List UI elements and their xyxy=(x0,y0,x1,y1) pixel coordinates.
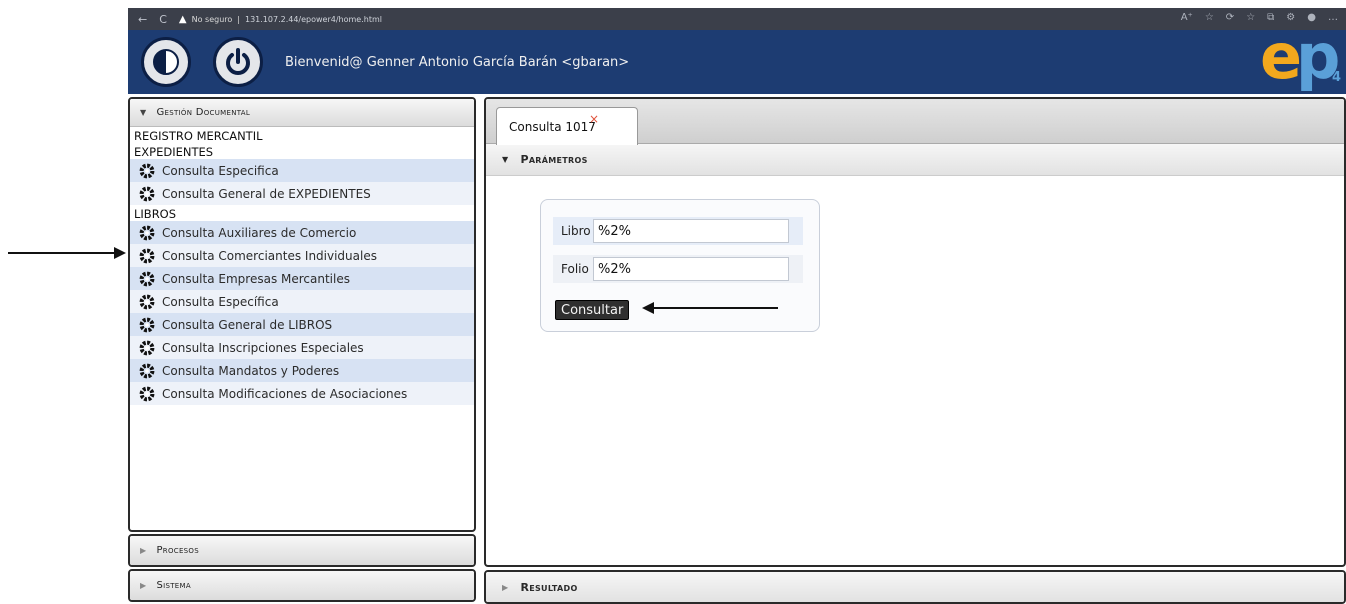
gear-icon xyxy=(139,271,155,286)
gear-icon xyxy=(139,248,155,263)
gear-icon xyxy=(139,186,155,201)
power-icon xyxy=(226,48,250,75)
logout-button[interactable] xyxy=(213,37,263,87)
menu-item-consulta-general-expedientes[interactable]: Consulta General de EXPEDIENTES xyxy=(130,182,474,205)
gear-icon xyxy=(139,163,155,178)
libro-input[interactable] xyxy=(593,219,789,243)
refresh-icon[interactable]: ⟳ xyxy=(1226,12,1234,23)
logo-suffix: 4 xyxy=(1332,70,1342,85)
gear-icon xyxy=(139,363,155,378)
welcome-text: Bienvenid@ Genner Antonio García Barán <… xyxy=(285,54,630,70)
triangle-right-icon: ▶ xyxy=(502,582,509,592)
gear-icon xyxy=(139,386,155,401)
triangle-down-icon: ▼ xyxy=(140,108,147,117)
menu-item-label: Consulta Específica xyxy=(162,294,279,309)
theme-toggle-button[interactable] xyxy=(141,37,191,87)
annotation-arrow-sidebar xyxy=(8,247,126,259)
menu-item-label: Consulta Inscripciones Especiales xyxy=(162,340,364,355)
menu-item-consulta-inscripciones-especiales[interactable]: Consulta Inscripciones Especiales xyxy=(130,336,474,359)
triangle-down-icon: ▼ xyxy=(502,155,509,164)
triangle-right-icon: ▶ xyxy=(140,546,147,555)
favorite-icon[interactable]: ☆ xyxy=(1205,12,1214,23)
parameters-form: Libro Folio Consultar xyxy=(540,199,820,332)
procesos-title: Procesos xyxy=(156,545,199,556)
address-bar[interactable]: ▲ No seguro | 131.107.2.44/epower4/home.… xyxy=(179,14,382,25)
contrast-icon xyxy=(153,49,179,75)
warning-icon: ▲ xyxy=(178,13,187,25)
close-icon[interactable]: × xyxy=(589,112,599,126)
menu-item-label: Consulta Mandatos y Poderes xyxy=(162,363,340,378)
menu-item-label: Consulta General de EXPEDIENTES xyxy=(162,186,371,201)
gear-icon xyxy=(139,317,155,332)
menu-item-consulta-empresas-mercantiles[interactable]: Consulta Empresas Mercantiles xyxy=(130,267,474,290)
read-aloud-icon[interactable]: A⁺ xyxy=(1181,12,1193,23)
registro-mercantil-label: REGISTRO MERCANTIL xyxy=(134,129,263,143)
procesos-panel: ▶ Procesos xyxy=(128,534,476,567)
app-header: Bienvenid@ Genner Antonio García Barán <… xyxy=(128,20,1346,94)
favorites-list-icon[interactable]: ☆ xyxy=(1246,12,1255,23)
arrow-head-icon xyxy=(114,247,126,259)
gestion-documental-panel: ▼ Gestión Documental REGISTRO MERCANTIL … xyxy=(128,97,476,532)
reload-icon[interactable]: C xyxy=(159,13,167,26)
security-label: No seguro xyxy=(191,14,233,24)
app-logo: e p 4 xyxy=(1252,20,1342,93)
annotation-arrow-consultar xyxy=(642,302,778,314)
tab-label: Consulta 1017 xyxy=(509,119,596,134)
procesos-header[interactable]: ▶ Procesos xyxy=(130,536,474,565)
libros-label: LIBROS xyxy=(134,207,177,221)
parametros-header[interactable]: ▼ Parámetros xyxy=(486,144,1344,176)
consultar-button[interactable]: Consultar xyxy=(555,300,630,320)
menu-item-expedientes-consulta-especifica[interactable]: Consulta Especifica xyxy=(130,159,474,182)
gear-icon xyxy=(139,294,155,309)
libro-label: Libro xyxy=(561,224,591,238)
gestion-documental-title: Gestión Documental xyxy=(156,107,251,118)
folio-label: Folio xyxy=(561,262,589,276)
url-divider: | xyxy=(237,14,240,24)
folio-row: Folio xyxy=(553,255,803,283)
menu-item-label: Consulta Empresas Mercantiles xyxy=(162,271,350,286)
url-text: 131.107.2.44/epower4/home.html xyxy=(244,14,382,24)
parametros-title: Parámetros xyxy=(520,153,588,166)
menu-item-label: Consulta Modificaciones de Asociaciones xyxy=(162,386,408,401)
menu-item-consulta-general-libros[interactable]: Consulta General de LIBROS xyxy=(130,313,474,336)
tab-consulta-1017[interactable]: Consulta 1017 × xyxy=(496,107,638,145)
resultado-header[interactable]: ▶ Resultado xyxy=(486,572,1344,602)
menu-item-label: Consulta General de LIBROS xyxy=(162,317,333,332)
menu-item-label: Consulta Auxiliares de Comercio xyxy=(162,225,357,240)
menu-item-consulta-mandatos-poderes[interactable]: Consulta Mandatos y Poderes xyxy=(130,359,474,382)
resultado-title: Resultado xyxy=(520,580,578,594)
logo-letter-e: e xyxy=(1260,20,1302,93)
sistema-header[interactable]: ▶ Sistema xyxy=(130,571,474,600)
menu-item-consulta-modificaciones-asociaciones[interactable]: Consulta Modificaciones de Asociaciones xyxy=(130,382,474,405)
sistema-title: Sistema xyxy=(156,580,191,591)
back-icon[interactable]: ← xyxy=(138,13,147,26)
triangle-right-icon: ▶ xyxy=(140,581,147,590)
folio-input[interactable] xyxy=(593,257,789,281)
gear-icon xyxy=(139,340,155,355)
arrow-head-icon xyxy=(642,302,654,314)
sistema-panel: ▶ Sistema xyxy=(128,569,476,602)
menu-item-libros-consulta-especifica[interactable]: Consulta Específica xyxy=(130,290,474,313)
browser-toolbar: ← C ▲ No seguro | 131.107.2.44/epower4/h… xyxy=(128,8,1346,30)
tab-bar: Consulta 1017 × xyxy=(486,99,1344,145)
content-panel: Consulta 1017 × ▼ Parámetros Libro Folio… xyxy=(484,97,1346,567)
menu-item-consulta-comerciantes-individuales[interactable]: Consulta Comerciantes Individuales xyxy=(130,244,474,267)
gear-icon xyxy=(139,225,155,240)
menu-item-label: Consulta Comerciantes Individuales xyxy=(162,248,377,263)
menu-item-label: Consulta Especifica xyxy=(162,163,279,178)
menu-item-consulta-auxiliares-comercio[interactable]: Consulta Auxiliares de Comercio xyxy=(130,221,474,244)
resultado-panel: ▶ Resultado xyxy=(484,570,1346,604)
libro-row: Libro xyxy=(553,217,803,245)
gestion-documental-header[interactable]: ▼ Gestión Documental xyxy=(130,99,474,127)
expedientes-label: EXPEDIENTES xyxy=(134,145,214,159)
